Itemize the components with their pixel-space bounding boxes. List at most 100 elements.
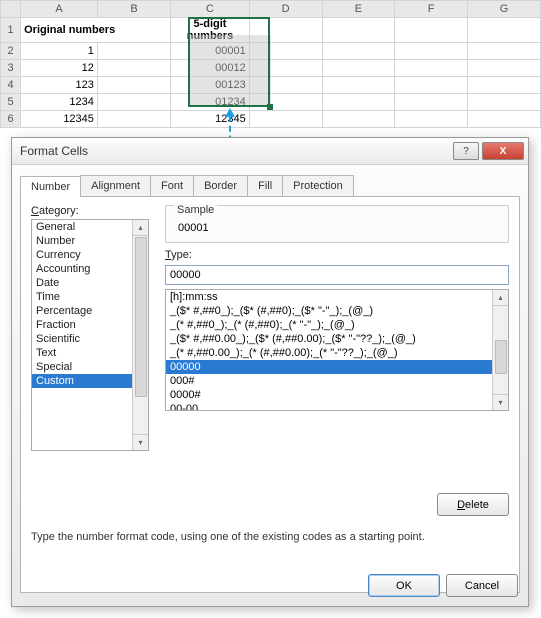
tab-font[interactable]: Font bbox=[150, 175, 194, 196]
category-item[interactable]: Percentage bbox=[32, 304, 148, 318]
scrollbar[interactable]: ▴ ▾ bbox=[132, 220, 148, 450]
delete-button[interactable]: Delete bbox=[437, 493, 509, 516]
format-code-item[interactable]: [h]:mm:ss bbox=[166, 290, 508, 304]
format-code-item[interactable]: 000# bbox=[166, 374, 508, 388]
cell[interactable] bbox=[249, 60, 322, 77]
cell[interactable]: 1 bbox=[21, 43, 98, 60]
cell[interactable] bbox=[97, 60, 170, 77]
tab-number[interactable]: Number bbox=[20, 176, 81, 197]
cell[interactable]: 1234 bbox=[21, 94, 98, 111]
cell[interactable]: Original numbers bbox=[21, 18, 171, 43]
cell[interactable] bbox=[468, 18, 541, 43]
format-code-item[interactable]: 0000# bbox=[166, 388, 508, 402]
ok-button[interactable]: OK bbox=[368, 574, 440, 597]
select-all-corner[interactable] bbox=[1, 1, 21, 18]
cell[interactable] bbox=[322, 60, 395, 77]
category-item[interactable]: Currency bbox=[32, 248, 148, 262]
category-item[interactable]: Time bbox=[32, 290, 148, 304]
scroll-up-icon[interactable]: ▴ bbox=[493, 290, 508, 306]
row-header[interactable]: 2 bbox=[1, 43, 21, 60]
titlebar[interactable]: Format Cells ? X bbox=[12, 138, 528, 165]
format-code-item[interactable]: _(* #,##0_);_(* (#,##0);_(* "-"_);_(@_) bbox=[166, 318, 508, 332]
cell[interactable] bbox=[395, 43, 468, 60]
cell[interactable] bbox=[395, 94, 468, 111]
category-item[interactable]: Accounting bbox=[32, 262, 148, 276]
close-button[interactable]: X bbox=[482, 142, 524, 160]
row-header[interactable]: 6 bbox=[1, 111, 21, 128]
row-header[interactable]: 3 bbox=[1, 60, 21, 77]
category-item-selected[interactable]: Custom bbox=[32, 374, 148, 388]
col-header-c[interactable]: C bbox=[171, 1, 249, 18]
tab-alignment[interactable]: Alignment bbox=[80, 175, 151, 196]
cell[interactable] bbox=[395, 77, 468, 94]
cell[interactable] bbox=[468, 60, 541, 77]
col-header-a[interactable]: A bbox=[21, 1, 98, 18]
format-code-listbox[interactable]: [h]:mm:ss _($* #,##0_);_($* (#,##0);_($*… bbox=[165, 289, 509, 411]
scroll-up-icon[interactable]: ▴ bbox=[133, 220, 148, 236]
col-header-e[interactable]: E bbox=[322, 1, 395, 18]
tab-border[interactable]: Border bbox=[193, 175, 248, 196]
row-header[interactable]: 5 bbox=[1, 94, 21, 111]
format-code-item-selected[interactable]: 00000 bbox=[166, 360, 508, 374]
scrollbar-thumb[interactable] bbox=[135, 237, 147, 397]
format-code-item[interactable]: _(* #,##0.00_);_(* (#,##0.00);_(* "-"??_… bbox=[166, 346, 508, 360]
scroll-down-icon[interactable]: ▾ bbox=[133, 434, 148, 450]
cell[interactable] bbox=[97, 94, 170, 111]
cell[interactable] bbox=[468, 111, 541, 128]
cell[interactable] bbox=[322, 111, 395, 128]
tab-fill[interactable]: Fill bbox=[247, 175, 283, 196]
format-code-item[interactable]: 00-00 bbox=[166, 402, 508, 411]
cell[interactable] bbox=[97, 43, 170, 60]
category-item[interactable]: General bbox=[32, 220, 148, 234]
cell[interactable]: 12 bbox=[21, 60, 98, 77]
col-header-b[interactable]: B bbox=[97, 1, 170, 18]
help-button[interactable]: ? bbox=[453, 142, 479, 160]
fill-handle[interactable] bbox=[267, 104, 273, 110]
cell[interactable] bbox=[322, 77, 395, 94]
cell[interactable] bbox=[97, 111, 170, 128]
format-code-item[interactable]: _($* #,##0_);_($* (#,##0);_($* "-"_);_(@… bbox=[166, 304, 508, 318]
cell[interactable]: 12345 bbox=[21, 111, 98, 128]
category-item[interactable]: Special bbox=[32, 360, 148, 374]
cell[interactable] bbox=[468, 77, 541, 94]
cell[interactable] bbox=[249, 111, 322, 128]
cell[interactable] bbox=[395, 111, 468, 128]
cell[interactable] bbox=[395, 18, 468, 43]
row-header[interactable]: 1 bbox=[1, 18, 21, 43]
col-header-f[interactable]: F bbox=[395, 1, 468, 18]
col-header-d[interactable]: D bbox=[249, 1, 322, 18]
cell[interactable] bbox=[468, 94, 541, 111]
cell[interactable]: 12345 bbox=[171, 111, 249, 128]
cell[interactable] bbox=[249, 18, 322, 43]
cell[interactable]: 00012 bbox=[171, 60, 249, 77]
cell[interactable]: 5-digit numbers bbox=[171, 18, 249, 43]
category-item[interactable]: Text bbox=[32, 346, 148, 360]
cell[interactable]: 123 bbox=[21, 77, 98, 94]
cancel-button[interactable]: Cancel bbox=[446, 574, 518, 597]
spreadsheet-grid[interactable]: A B C D E F G 1 Original numbers 5-digit… bbox=[0, 0, 541, 128]
cell[interactable] bbox=[322, 94, 395, 111]
scroll-down-icon[interactable]: ▾ bbox=[493, 394, 508, 410]
category-item[interactable]: Scientific bbox=[32, 332, 148, 346]
format-code-item[interactable]: _($* #,##0.00_);_($* (#,##0.00);_($* "-"… bbox=[166, 332, 508, 346]
tab-protection[interactable]: Protection bbox=[282, 175, 354, 196]
category-item[interactable]: Number bbox=[32, 234, 148, 248]
cell[interactable] bbox=[395, 60, 468, 77]
col-header-g[interactable]: G bbox=[468, 1, 541, 18]
cell[interactable]: 01234 bbox=[171, 94, 249, 111]
cell[interactable] bbox=[468, 43, 541, 60]
scrollbar[interactable]: ▴ ▾ bbox=[492, 290, 508, 410]
category-item[interactable]: Date bbox=[32, 276, 148, 290]
scrollbar-thumb[interactable] bbox=[495, 340, 507, 374]
cell[interactable] bbox=[249, 43, 322, 60]
category-listbox[interactable]: General Number Currency Accounting Date … bbox=[31, 219, 149, 451]
cell[interactable] bbox=[97, 77, 170, 94]
cell[interactable]: 00001 bbox=[171, 43, 249, 60]
category-item[interactable]: Fraction bbox=[32, 318, 148, 332]
cell[interactable] bbox=[249, 77, 322, 94]
cell[interactable]: 00123 bbox=[171, 77, 249, 94]
cell[interactable] bbox=[249, 94, 322, 111]
type-input[interactable] bbox=[165, 265, 509, 285]
cell[interactable] bbox=[322, 43, 395, 60]
cell[interactable] bbox=[322, 18, 395, 43]
